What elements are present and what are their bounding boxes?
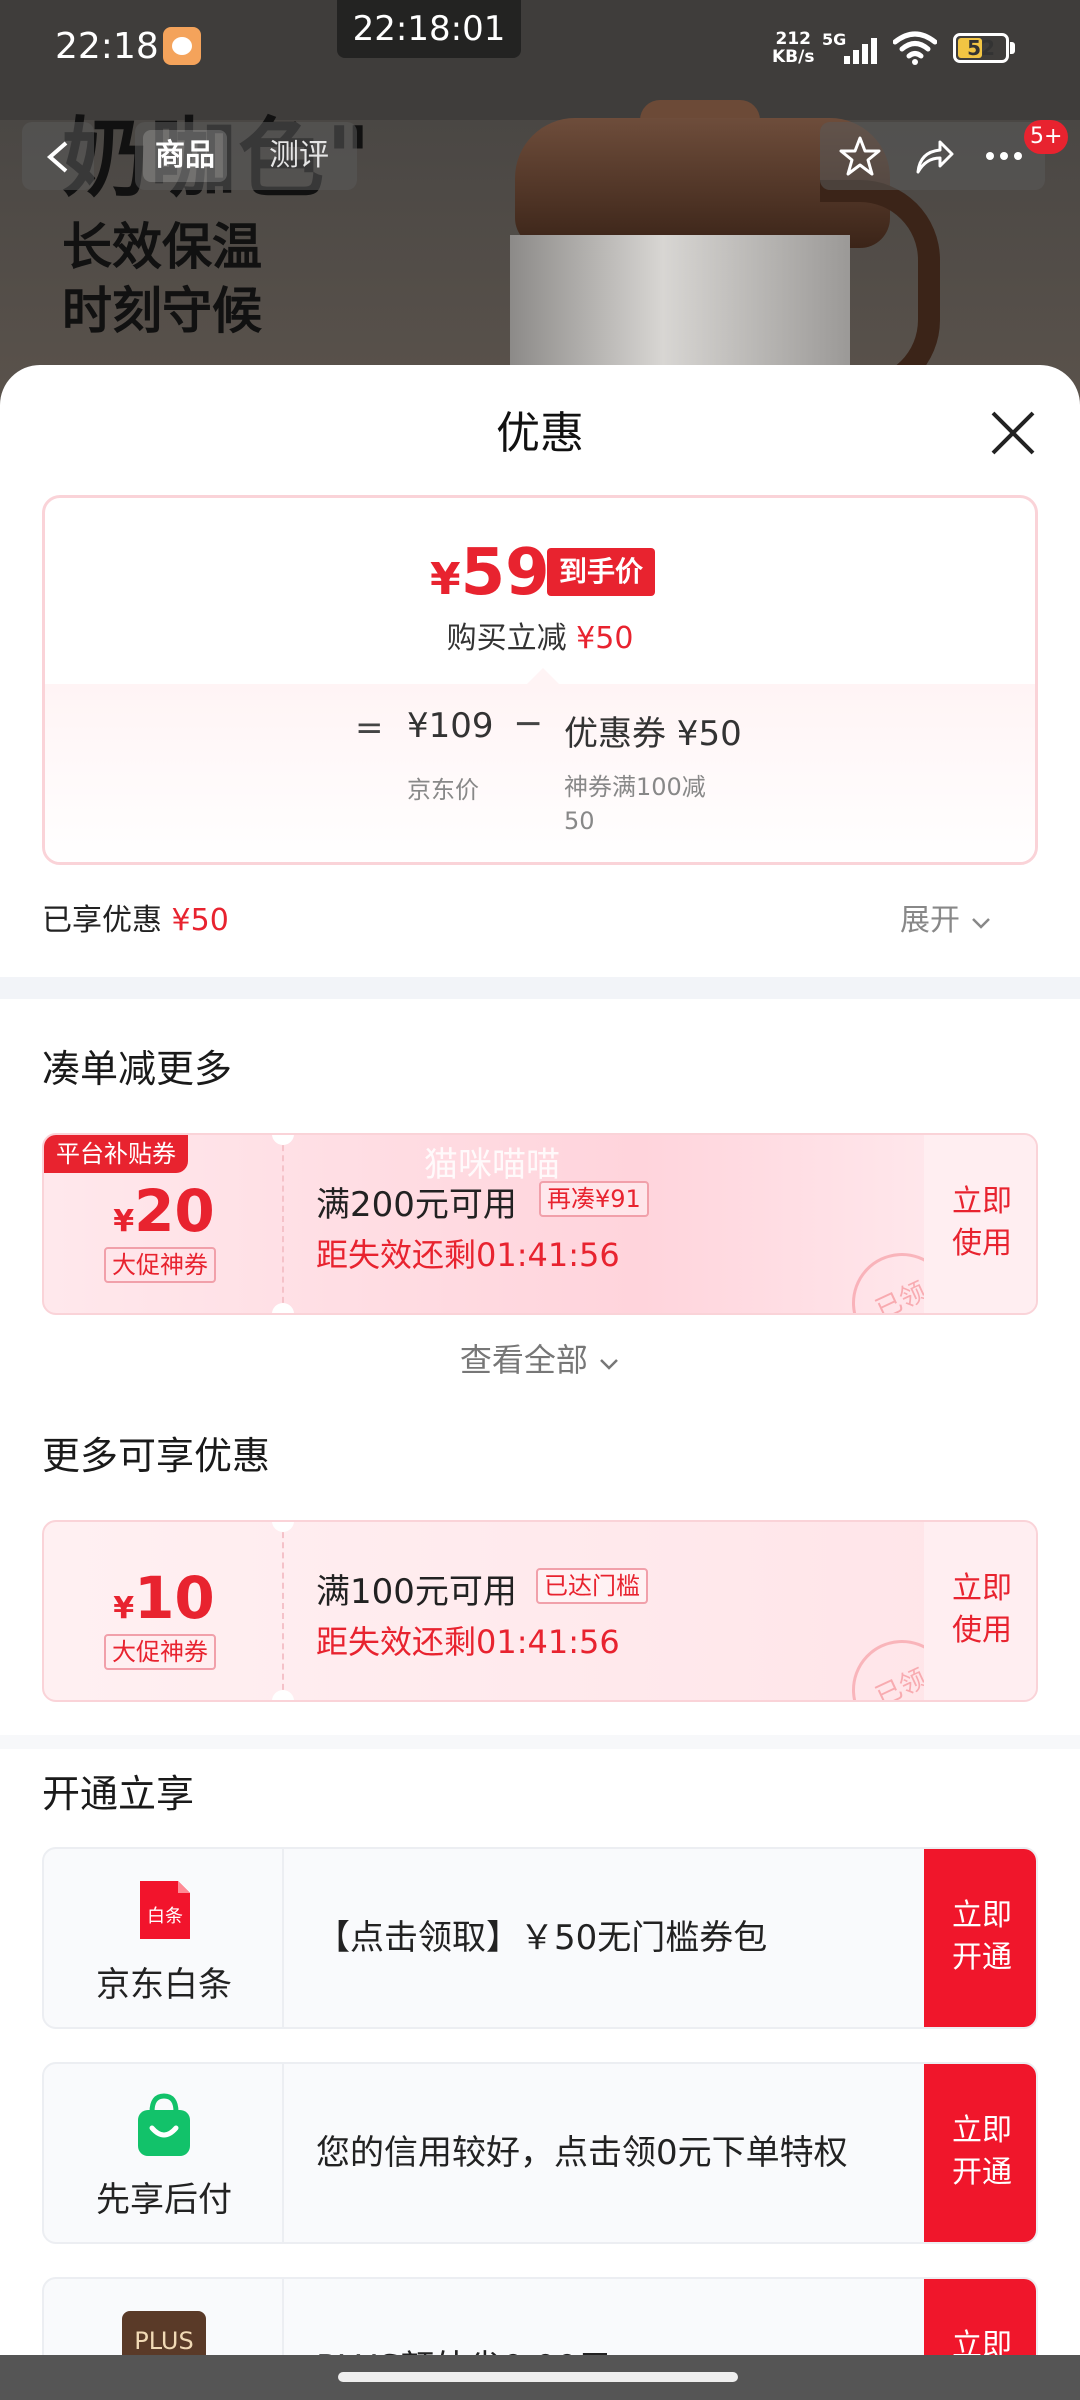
open-baitiao-button[interactable]: 立即 开通 xyxy=(924,1849,1036,2027)
network-speed-unit: KB/s xyxy=(772,47,815,67)
equals-sign: = xyxy=(355,708,384,748)
network-speed-value: 212 xyxy=(775,29,811,49)
use-now-button[interactable]: 立即 使用 xyxy=(924,1522,1036,1700)
pay-later-name: 先享后付 xyxy=(96,2180,232,2220)
combine-section-title: 凑单减更多 xyxy=(42,1047,233,1091)
pay-later-card: 先享后付 您的信用较好，点击领0元下单特权 立即 开通 xyxy=(42,2062,1038,2244)
section-divider xyxy=(0,1735,1080,1749)
pay-later-desc: 您的信用较好，点击领0元下单特权 xyxy=(316,2133,848,2173)
wifi-icon xyxy=(893,31,937,65)
home-indicator xyxy=(0,2355,1080,2400)
chevron-down-icon xyxy=(971,918,990,929)
chevron-left-icon xyxy=(46,141,68,173)
battery-icon: 52 xyxy=(953,33,1009,63)
banner-slogan-line2: 时刻守候 xyxy=(62,282,262,340)
baitiao-card: 白条 京东白条 【点击领取】￥50无门槛券包 立即 开通 xyxy=(42,1847,1038,2029)
coupon-amount: ¥20 xyxy=(113,1177,215,1245)
coupon-type-tag: 大促神券 xyxy=(104,1247,216,1283)
status-bar: 22:18 22:18:01 212 KB/s 5G 52 xyxy=(0,0,1080,100)
jd-price: ¥109 xyxy=(407,706,494,746)
more-icon[interactable] xyxy=(982,134,1026,178)
enjoyed-discount-amount: ¥50 xyxy=(171,903,229,938)
platform-coupon: 平台补贴券 猫咪喵喵 ¥20 大促神券 满200元可用 再凑¥91 距失效还剩0… xyxy=(42,1133,1038,1315)
coupon-type-tag: 大促神券 xyxy=(104,1634,216,1670)
baitiao-icon: 白条 xyxy=(140,1881,190,1939)
instant-reduction: 购买立减 ¥50 xyxy=(446,621,634,656)
baitiao-desc: 【点击领取】￥50无门槛券包 xyxy=(316,1918,768,1958)
expand-button[interactable]: 展开 xyxy=(900,895,992,939)
home-indicator-bar[interactable] xyxy=(338,2372,738,2382)
sheet-title: 优惠 xyxy=(496,408,584,459)
share-icon[interactable] xyxy=(912,134,956,178)
shopping-bag-icon xyxy=(138,2093,190,2156)
final-price-value: 59 xyxy=(460,536,550,610)
coupon-desc: 神券满100减50 xyxy=(564,773,706,835)
svg-text:PLUS: PLUS xyxy=(134,2327,193,2355)
coupon-condition: 满200元可用 xyxy=(316,1185,517,1225)
enjoyed-discount: 已享优惠 ¥50 xyxy=(42,903,229,938)
signal-icon xyxy=(840,34,882,64)
banner-slogan-line1: 长效保温 xyxy=(62,218,262,276)
message-badge: 5+ xyxy=(1024,120,1069,154)
nav-tabs: 商品 测评 xyxy=(135,122,357,190)
status-time: 22:18 xyxy=(55,26,159,67)
coupon-expire: 距失效还剩01:41:56 xyxy=(316,1236,620,1274)
nav-actions xyxy=(820,122,1045,190)
coupon-condition-tag: 已达门槛 xyxy=(536,1568,648,1604)
promo-coupon: ¥10 大促神券 满100元可用 已达门槛 距失效还剩01:41:56 已领 立… xyxy=(42,1520,1038,1702)
minus-sign: − xyxy=(513,703,544,744)
more-section-title: 更多可享优惠 xyxy=(42,1434,271,1478)
close-icon[interactable] xyxy=(985,405,1041,461)
use-now-button[interactable]: 立即 使用 xyxy=(924,1135,1036,1313)
svg-text:白条: 白条 xyxy=(147,1906,183,1927)
jd-price-label: 京东价 xyxy=(407,776,479,804)
clock-overlay: 22:18:01 xyxy=(337,0,521,58)
view-all-button[interactable]: 查看全部 xyxy=(0,1335,1080,1381)
coupon-expire: 距失效还剩01:41:56 xyxy=(316,1623,620,1661)
baitiao-name: 京东白条 xyxy=(96,1965,232,2005)
price-breakdown-card: ¥59 到手价 购买立减 ¥50 = ¥109 − 优惠券 ¥50 京东价 神券… xyxy=(42,495,1038,865)
instant-reduction-amount: ¥50 xyxy=(576,621,634,656)
open-pay-later-button[interactable]: 立即 开通 xyxy=(924,2064,1036,2242)
back-button[interactable] xyxy=(22,122,94,190)
final-price: ¥59 xyxy=(430,536,550,610)
section-divider xyxy=(0,977,1080,999)
chevron-down-icon xyxy=(600,1359,618,1370)
app-notification-icon xyxy=(163,27,201,65)
open-section-title: 开通立享 xyxy=(42,1772,195,1816)
network-speed: 212 KB/s xyxy=(772,30,814,66)
subsidy-tag: 平台补贴券 xyxy=(44,1135,188,1173)
banner-slogan: 长效保温 时刻守候 xyxy=(62,215,262,343)
battery-level: 52 xyxy=(967,36,995,60)
coupon-amount: ¥10 xyxy=(113,1564,215,1632)
star-icon[interactable] xyxy=(838,134,882,178)
tab-review[interactable]: 测评 xyxy=(257,130,341,182)
final-price-tag: 到手价 xyxy=(547,548,656,596)
tab-product[interactable]: 商品 xyxy=(143,130,227,182)
coupon-deduction: 优惠券 ¥50 xyxy=(564,714,742,754)
coupon-condition: 满100元可用 xyxy=(316,1572,517,1612)
coupon-condition-tag: 再凑¥91 xyxy=(539,1181,649,1217)
discount-sheet: 优惠 ¥59 到手价 购买立减 ¥50 = ¥109 − 优惠券 ¥50 京东价… xyxy=(0,365,1080,2400)
